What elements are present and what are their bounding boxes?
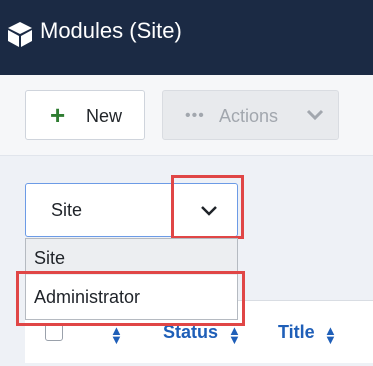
new-button[interactable]: + New xyxy=(25,90,145,140)
toolbar: + New ••• Actions xyxy=(0,75,373,156)
option-administrator[interactable]: Administrator xyxy=(26,277,237,317)
client-filter-select[interactable]: Site xyxy=(25,183,238,237)
column-title[interactable]: Title xyxy=(278,322,315,343)
cube-icon xyxy=(8,22,32,47)
option-site[interactable]: Site xyxy=(26,239,237,275)
new-button-label: New xyxy=(86,106,123,126)
actions-button-label: Actions xyxy=(219,106,279,126)
sort-icon[interactable]: ▼ xyxy=(110,332,123,347)
select-dropdown: Site Administrator xyxy=(25,238,238,320)
select-all-checkbox[interactable] xyxy=(45,323,63,341)
actions-button[interactable]: ••• Actions xyxy=(162,90,339,140)
option-label: Administrator xyxy=(34,287,141,307)
ellipsis-icon: ••• xyxy=(185,107,205,124)
page-title: Modules (Site) xyxy=(40,18,182,43)
select-value: Site xyxy=(51,200,83,220)
page-header: Modules (Site) xyxy=(0,0,373,75)
sort-icon[interactable]: ▼ xyxy=(324,332,337,347)
plus-icon: + xyxy=(50,100,66,130)
chevron-down-icon xyxy=(306,109,324,121)
chevron-down-icon[interactable] xyxy=(200,204,218,218)
column-status[interactable]: Status xyxy=(163,322,218,343)
option-label: Site xyxy=(34,248,66,268)
sort-icon[interactable]: ▼ xyxy=(228,332,241,347)
